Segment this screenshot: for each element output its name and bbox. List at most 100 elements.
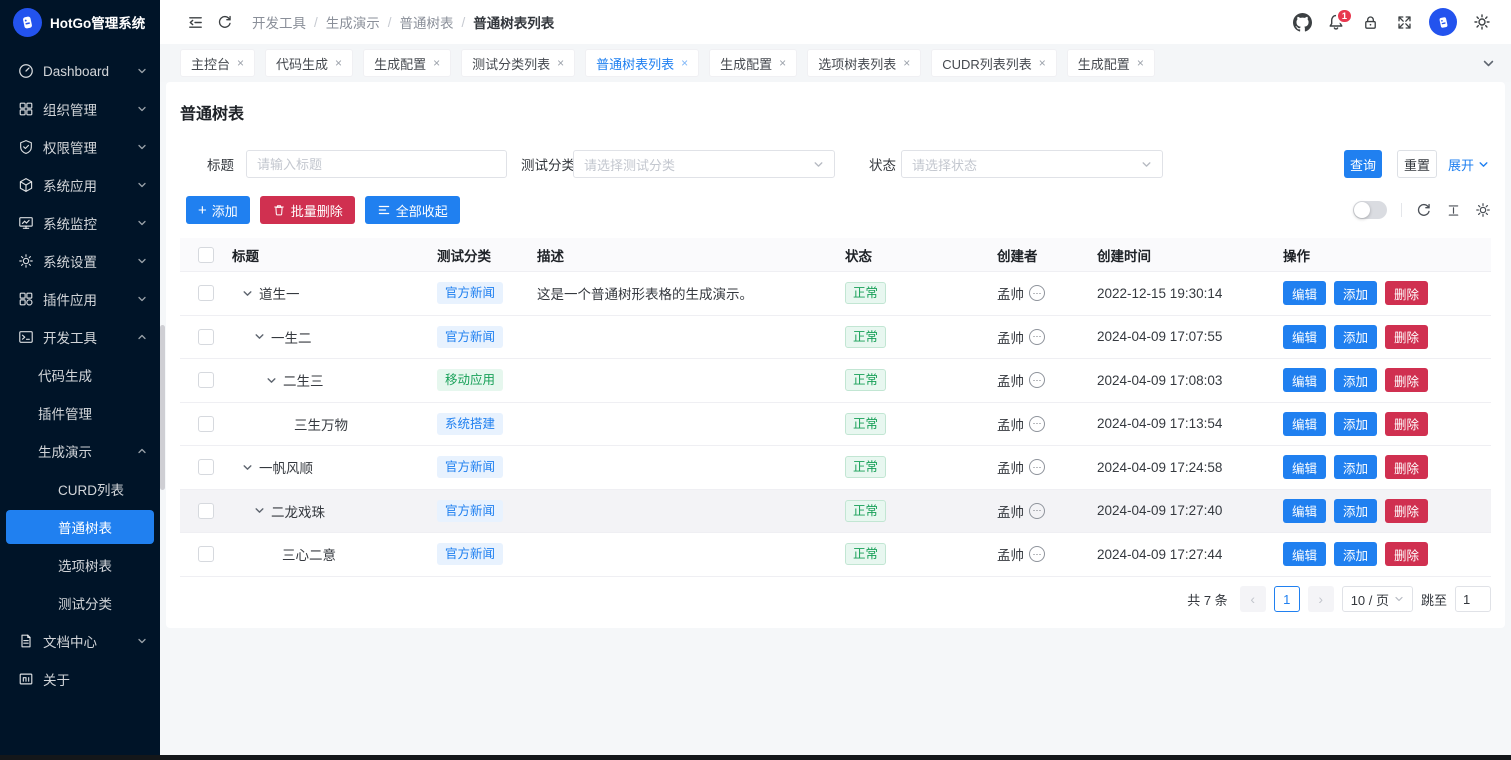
add-child-button[interactable]: 添加 bbox=[1334, 281, 1377, 305]
tab-close-icon[interactable]: × bbox=[335, 57, 342, 69]
tree-expand-chevron-icon[interactable] bbox=[242, 288, 253, 299]
sidebar-item-permission[interactable]: 权限管理 bbox=[0, 128, 160, 166]
row-checkbox[interactable] bbox=[198, 503, 214, 519]
sidebar-item-dashboard[interactable]: Dashboard bbox=[0, 52, 160, 90]
add-button[interactable]: + 添加 bbox=[186, 196, 250, 224]
sidebar-item-dev-tools[interactable]: 开发工具 bbox=[0, 318, 160, 356]
delete-button[interactable]: 删除 bbox=[1385, 412, 1428, 436]
sidebar-item-curd-list[interactable]: CURD列表 bbox=[0, 470, 160, 508]
sidebar-item-plugin-app[interactable]: 插件应用 bbox=[0, 280, 160, 318]
tab-close-icon[interactable]: × bbox=[237, 57, 244, 69]
tree-expand-chevron-icon[interactable] bbox=[242, 462, 253, 473]
tab-8[interactable]: CUDR列表列表× bbox=[931, 49, 1057, 77]
tab-close-icon[interactable]: × bbox=[433, 57, 440, 69]
sidebar-item-sys-monitor[interactable]: 系统监控 bbox=[0, 204, 160, 242]
add-child-button[interactable]: 添加 bbox=[1334, 455, 1377, 479]
expand-filters-link[interactable]: 展开 bbox=[1448, 150, 1489, 178]
row-checkbox[interactable] bbox=[198, 546, 214, 562]
tab-1[interactable]: 主控台× bbox=[180, 49, 255, 77]
add-child-button[interactable]: 添加 bbox=[1334, 412, 1377, 436]
add-child-button[interactable]: 添加 bbox=[1334, 325, 1377, 349]
add-child-button[interactable]: 添加 bbox=[1334, 499, 1377, 523]
filter-status-select[interactable]: 请选择状态 bbox=[901, 150, 1163, 178]
row-checkbox[interactable] bbox=[198, 329, 214, 345]
fullscreen-icon[interactable] bbox=[1389, 7, 1419, 37]
tab-close-icon[interactable]: × bbox=[1039, 57, 1046, 69]
delete-button[interactable]: 删除 bbox=[1385, 325, 1428, 349]
sidebar-item-code-gen[interactable]: 代码生成 bbox=[0, 356, 160, 394]
breadcrumb-item[interactable]: 开发工具 bbox=[252, 12, 306, 32]
edit-button[interactable]: 编辑 bbox=[1283, 368, 1326, 392]
tree-expand-chevron-icon[interactable] bbox=[254, 331, 265, 342]
sidebar-item-sys-setting[interactable]: 系统设置 bbox=[0, 242, 160, 280]
breadcrumb-item[interactable]: 普通树表列表 bbox=[473, 12, 554, 32]
search-button[interactable]: 查询 bbox=[1344, 150, 1382, 178]
lock-screen-icon[interactable] bbox=[1355, 7, 1385, 37]
edit-button[interactable]: 编辑 bbox=[1283, 499, 1326, 523]
reset-button[interactable]: 重置 bbox=[1397, 150, 1437, 178]
sidebar-scrollbar[interactable] bbox=[160, 325, 165, 490]
sidebar-item-normal-tree[interactable]: 普通树表 bbox=[6, 510, 154, 544]
tree-expand-chevron-icon[interactable] bbox=[254, 505, 265, 516]
page-number-button[interactable]: 1 bbox=[1274, 586, 1300, 612]
delete-button[interactable]: 删除 bbox=[1385, 455, 1428, 479]
sidebar-item-test-cate[interactable]: 测试分类 bbox=[0, 584, 160, 622]
row-checkbox[interactable] bbox=[198, 285, 214, 301]
tab-5[interactable]: 普通树表列表× bbox=[585, 49, 699, 77]
sidebar-item-doc-center[interactable]: 文档中心 bbox=[0, 622, 160, 660]
tab-6[interactable]: 生成配置× bbox=[709, 49, 797, 77]
sidebar-item-plugin-mgr[interactable]: 插件管理 bbox=[0, 394, 160, 432]
row-checkbox[interactable] bbox=[198, 372, 214, 388]
tab-close-icon[interactable]: × bbox=[779, 57, 786, 69]
settings-gear-icon[interactable] bbox=[1467, 7, 1497, 37]
tab-9[interactable]: 生成配置× bbox=[1067, 49, 1155, 77]
breadcrumb-item[interactable]: 生成演示 bbox=[326, 12, 380, 32]
sidebar-item-sys-app[interactable]: 系统应用 bbox=[0, 166, 160, 204]
tab-7[interactable]: 选项树表列表× bbox=[807, 49, 921, 77]
page-size-select[interactable]: 10 / 页 bbox=[1342, 586, 1413, 612]
sidebar-item-option-tree[interactable]: 选项树表 bbox=[0, 546, 160, 584]
delete-button[interactable]: 删除 bbox=[1385, 368, 1428, 392]
tab-close-icon[interactable]: × bbox=[681, 57, 688, 69]
user-avatar[interactable] bbox=[1429, 8, 1457, 36]
edit-button[interactable]: 编辑 bbox=[1283, 542, 1326, 566]
tab-4[interactable]: 测试分类列表× bbox=[461, 49, 575, 77]
tab-3[interactable]: 生成配置× bbox=[363, 49, 451, 77]
delete-button[interactable]: 删除 bbox=[1385, 499, 1428, 523]
edit-button[interactable]: 编辑 bbox=[1283, 281, 1326, 305]
tabs-dropdown-chevron-icon[interactable] bbox=[1482, 44, 1495, 82]
edit-button[interactable]: 编辑 bbox=[1283, 412, 1326, 436]
breadcrumb-item[interactable]: 普通树表 bbox=[400, 12, 454, 32]
row-height-icon[interactable] bbox=[1446, 203, 1461, 218]
striped-toggle[interactable] bbox=[1353, 201, 1387, 219]
notification-bell-icon[interactable]: 1 bbox=[1321, 7, 1351, 37]
tab-close-icon[interactable]: × bbox=[1137, 57, 1144, 69]
edit-button[interactable]: 编辑 bbox=[1283, 325, 1326, 349]
delete-button[interactable]: 删除 bbox=[1385, 542, 1428, 566]
sidebar-item-about[interactable]: 关于 bbox=[0, 660, 160, 698]
refresh-page-icon[interactable] bbox=[210, 7, 240, 37]
collapse-menu-icon[interactable] bbox=[180, 7, 210, 37]
row-checkbox[interactable] bbox=[198, 416, 214, 432]
jump-to-input[interactable] bbox=[1455, 586, 1491, 612]
add-child-button[interactable]: 添加 bbox=[1334, 368, 1377, 392]
batch-delete-button[interactable]: 批量删除 bbox=[260, 196, 355, 224]
tab-2[interactable]: 代码生成× bbox=[265, 49, 353, 77]
filter-category-select[interactable]: 请选择测试分类 bbox=[573, 150, 835, 178]
prev-page-button[interactable]: ‹ bbox=[1240, 586, 1266, 612]
edit-button[interactable]: 编辑 bbox=[1283, 455, 1326, 479]
sidebar-item-org[interactable]: 组织管理 bbox=[0, 90, 160, 128]
sidebar-item-gen-demo[interactable]: 生成演示 bbox=[0, 432, 160, 470]
collapse-all-button[interactable]: 全部收起 bbox=[365, 196, 460, 224]
github-icon[interactable] bbox=[1287, 7, 1317, 37]
column-settings-gear-icon[interactable] bbox=[1475, 202, 1491, 218]
row-checkbox[interactable] bbox=[198, 459, 214, 475]
reload-table-icon[interactable] bbox=[1416, 202, 1432, 218]
delete-button[interactable]: 删除 bbox=[1385, 281, 1428, 305]
app-logo[interactable]: HotGo管理系统 bbox=[0, 0, 160, 44]
tab-close-icon[interactable]: × bbox=[903, 57, 910, 69]
add-child-button[interactable]: 添加 bbox=[1334, 542, 1377, 566]
select-all-checkbox[interactable] bbox=[198, 247, 214, 263]
tab-close-icon[interactable]: × bbox=[557, 57, 564, 69]
tree-expand-chevron-icon[interactable] bbox=[266, 375, 277, 386]
